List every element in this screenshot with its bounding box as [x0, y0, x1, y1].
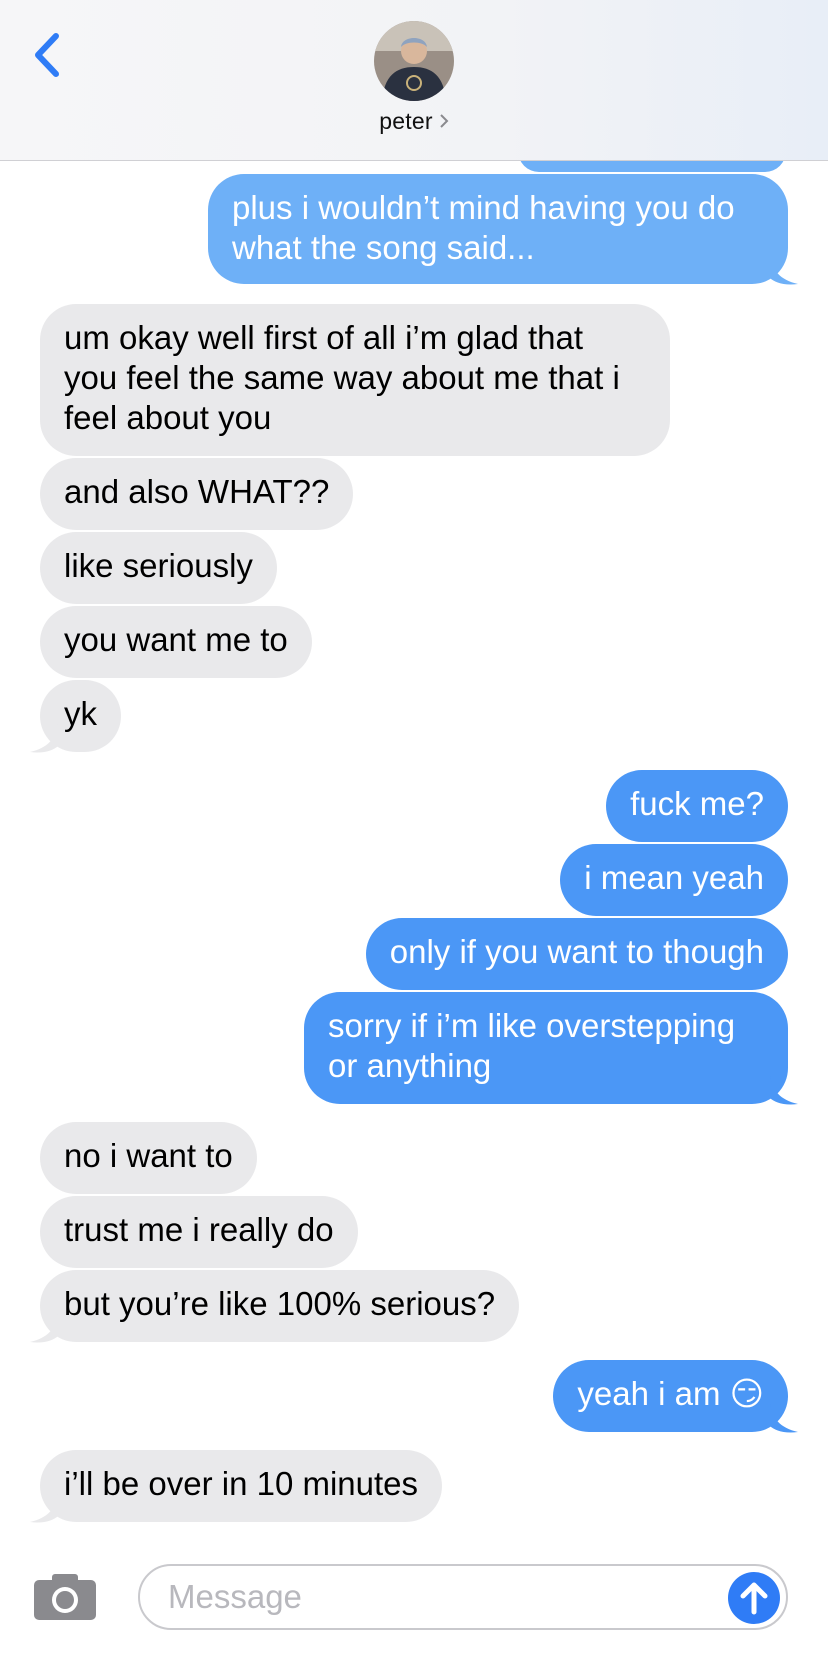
incoming-message[interactable]: but you’re like 100% serious? — [40, 1270, 520, 1342]
message-placeholder: Message — [168, 1578, 302, 1615]
outgoing-message[interactable]: sorry if i’m like overstepping or anythi… — [304, 992, 788, 1104]
bubble-tail — [30, 724, 58, 753]
contact-name-button[interactable]: peter — [0, 108, 828, 135]
bubble-tail — [770, 256, 798, 285]
composer-bar: Message — [0, 1540, 828, 1655]
back-button[interactable] — [28, 30, 68, 80]
message-line: trust me i really do — [64, 1211, 334, 1248]
incoming-message[interactable]: you want me to — [40, 606, 312, 678]
message-line: yeah i am 😏 — [577, 1375, 764, 1412]
message-line: only if you want to though — [389, 933, 764, 970]
incoming-message[interactable]: like seriously — [40, 532, 277, 604]
message-line: or anything — [328, 1047, 492, 1084]
incoming-message[interactable]: um okay well first of all i’m glad that … — [40, 304, 670, 456]
bubble-tail — [770, 1076, 798, 1105]
message-line: yk — [64, 695, 97, 732]
message-line: i’ll be over in 10 minutes — [64, 1465, 419, 1502]
outgoing-message[interactable]: i mean yeah — [560, 844, 788, 916]
incoming-message[interactable]: trust me i really do — [40, 1196, 358, 1268]
incoming-message[interactable]: no i want to — [40, 1122, 257, 1194]
send-button[interactable] — [728, 1572, 780, 1624]
message-line: but you’re like 100% serious? — [64, 1285, 496, 1322]
message-thread[interactable]: plus i wouldn’t mind having you do what … — [0, 0, 828, 1655]
chevron-left-icon — [35, 33, 59, 77]
message-line: sorry if i’m like overstepping — [328, 1007, 736, 1044]
message-line: feel about you — [64, 399, 272, 436]
message-line: you want me to — [64, 621, 288, 658]
outgoing-message[interactable]: plus i wouldn’t mind having you do what … — [208, 174, 788, 284]
camera-icon — [34, 1574, 96, 1620]
message-line: um okay well first of all i’m glad that — [64, 319, 584, 356]
avatar-photo — [374, 21, 454, 101]
contact-name: peter — [379, 108, 433, 134]
message-line: and also WHAT?? — [64, 473, 330, 510]
arrow-up-icon — [740, 1582, 768, 1615]
message-input[interactable]: Message — [138, 1564, 788, 1630]
message-line: what the song said... — [232, 229, 535, 266]
bubble-tail — [30, 1494, 58, 1523]
incoming-message[interactable]: i’ll be over in 10 minutes — [40, 1450, 443, 1522]
message-line: no i want to — [64, 1137, 233, 1174]
outgoing-message[interactable]: fuck me? — [606, 770, 788, 842]
camera-button[interactable] — [34, 1572, 96, 1620]
message-line: plus i wouldn’t mind having you do — [232, 189, 735, 226]
outgoing-message[interactable]: only if you want to though — [365, 918, 788, 990]
message-line: fuck me? — [630, 785, 764, 822]
message-line: like seriously — [64, 547, 253, 584]
message-line: i mean yeah — [584, 859, 764, 896]
bubble-tail — [770, 1404, 798, 1433]
chevron-right-icon — [439, 108, 449, 135]
incoming-message[interactable]: and also WHAT?? — [40, 458, 354, 530]
conversation-header: peter — [0, 0, 828, 161]
bubble-tail — [30, 1314, 58, 1343]
message-line: you feel the same way about me that i — [64, 359, 620, 396]
contact-avatar[interactable] — [374, 21, 454, 101]
outgoing-message[interactable]: yeah i am 😏 — [553, 1360, 788, 1432]
